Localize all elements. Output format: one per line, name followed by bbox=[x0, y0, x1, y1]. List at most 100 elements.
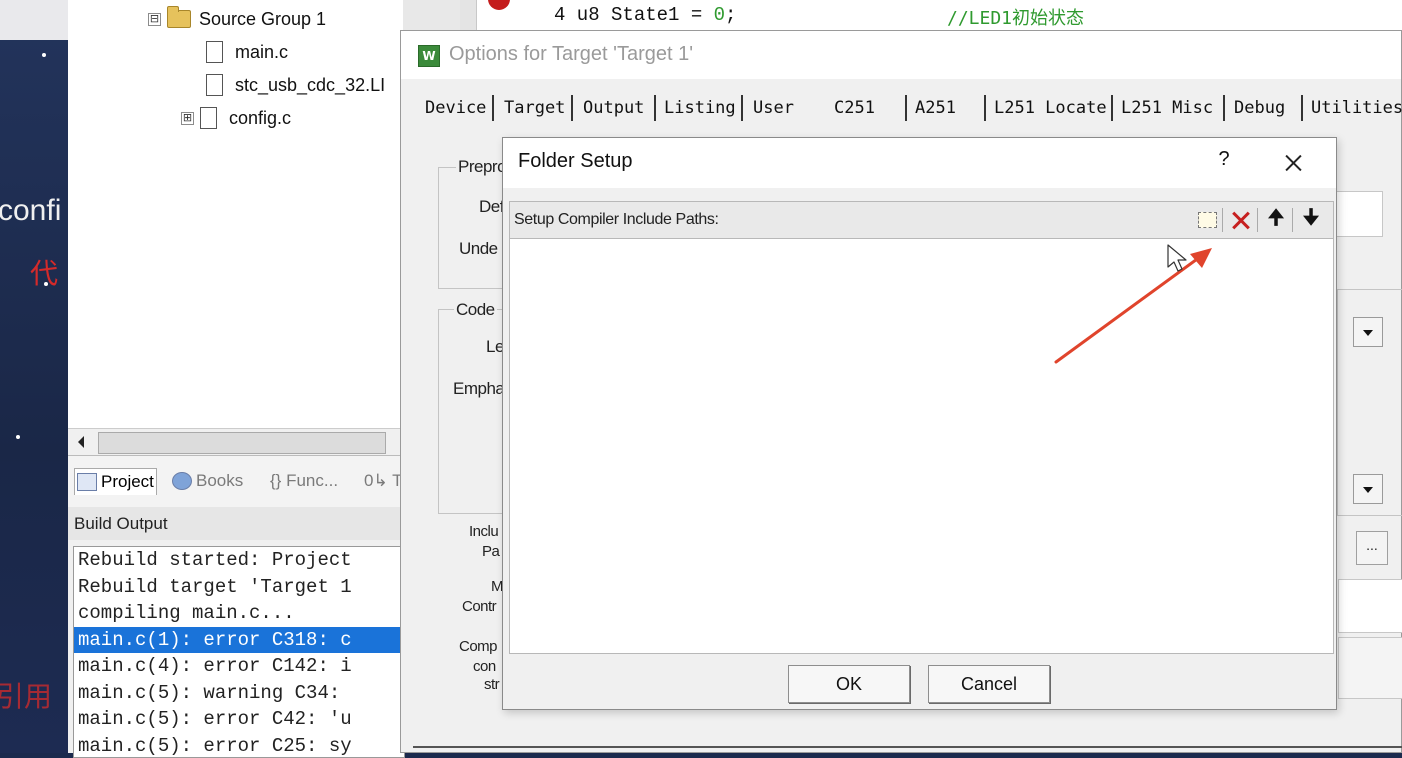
tab-target[interactable]: Target bbox=[504, 98, 565, 118]
dialog-titlebar[interactable]: W Options for Target 'Target 1' bbox=[401, 31, 1401, 79]
background-red-text: 代 bbox=[30, 252, 58, 292]
move-down-button[interactable]: 🠋 bbox=[1298, 207, 1324, 233]
tab-device[interactable]: Device bbox=[425, 98, 486, 118]
file-icon bbox=[206, 74, 223, 96]
tree-item-file[interactable]: stc_usb_cdc_32.LI bbox=[206, 71, 385, 99]
tree-item-label: main.c bbox=[235, 42, 288, 63]
tab-label: {} Func... bbox=[270, 471, 338, 491]
warnings-dropdown-button[interactable] bbox=[1353, 474, 1383, 504]
dialog-bottom-edge bbox=[413, 746, 1402, 748]
bullet-dot bbox=[16, 435, 20, 439]
tab-separator bbox=[1301, 95, 1303, 121]
build-output-line-selected[interactable]: main.c(1): error C318: c bbox=[74, 627, 404, 654]
tab-templates[interactable]: 0↳ T bbox=[364, 468, 403, 494]
tree-horizontal-scrollbar[interactable] bbox=[68, 428, 403, 456]
toolbar-separator bbox=[1292, 208, 1293, 232]
tab-utilities[interactable]: Utilities bbox=[1311, 98, 1402, 118]
build-output-line[interactable]: main.c(5): error C42: 'u bbox=[74, 706, 404, 733]
tab-debug[interactable]: Debug bbox=[1234, 98, 1285, 118]
code-line-text: 4 u8 State1 = bbox=[554, 4, 714, 26]
tab-separator bbox=[741, 95, 743, 121]
build-output-line[interactable]: Rebuild started: Project bbox=[74, 547, 404, 574]
breakpoint-marker[interactable] bbox=[488, 0, 510, 10]
code-comment: //LED1初始状态 bbox=[947, 4, 1084, 30]
build-output-line[interactable]: compiling main.c... bbox=[74, 600, 404, 627]
background-fragment-text: confi bbox=[0, 194, 61, 228]
define-label: Def bbox=[479, 197, 504, 217]
tab-l251-misc[interactable]: L251 Misc bbox=[1121, 98, 1213, 118]
dialog-title: Options for Target 'Target 1' bbox=[449, 43, 693, 66]
new-path-button[interactable] bbox=[1194, 207, 1220, 233]
build-output-line[interactable]: main.c(4): error C142: i bbox=[74, 653, 404, 680]
tab-c251[interactable]: C251 bbox=[834, 98, 875, 118]
build-output-line[interactable]: Rebuild target 'Target 1 bbox=[74, 574, 404, 601]
toolbar-separator bbox=[1222, 208, 1223, 232]
include-paths-browse-button[interactable]: ... bbox=[1356, 531, 1388, 565]
move-up-button[interactable]: 🠉 bbox=[1263, 207, 1289, 233]
close-icon[interactable] bbox=[1279, 148, 1309, 178]
tab-a251[interactable]: A251 bbox=[915, 98, 956, 118]
tab-separator bbox=[492, 95, 494, 121]
panel-tab-bar: Project Books {} Func... 0↳ T bbox=[68, 455, 403, 508]
tab-l251-locate[interactable]: L251 Locate bbox=[994, 98, 1107, 118]
tab-separator bbox=[654, 95, 656, 121]
expand-icon[interactable]: ⊞ bbox=[181, 112, 194, 125]
help-button[interactable]: ? bbox=[1211, 148, 1237, 174]
build-output-text[interactable]: Rebuild started: Project Rebuild target … bbox=[73, 546, 405, 758]
tab-separator bbox=[1223, 95, 1225, 121]
ok-button[interactable]: OK bbox=[788, 665, 910, 703]
collapse-icon[interactable]: ⊟ bbox=[148, 13, 161, 26]
include-paths-list-label: Setup Compiler Include Paths: bbox=[514, 211, 719, 229]
tree-item-source-group[interactable]: ⊟ Source Group 1 bbox=[148, 5, 326, 33]
folder-setup-dialog: Folder Setup ? Setup Compiler Include Pa… bbox=[502, 137, 1337, 710]
compiler-control-label-3: str bbox=[484, 676, 499, 693]
editor-gutter bbox=[460, 0, 477, 30]
tab-functions[interactable]: {} Func... bbox=[270, 468, 338, 494]
scrollbar-thumb[interactable] bbox=[98, 432, 386, 454]
code-editor[interactable]: 4 u8 State1 = 0; //LED1初始状态 bbox=[460, 0, 1402, 30]
code-line: 4 u8 State1 = 0; bbox=[554, 4, 736, 26]
tab-books[interactable]: Books bbox=[172, 468, 243, 494]
include-paths-label: Inclu bbox=[469, 523, 498, 540]
scroll-left-icon[interactable] bbox=[78, 436, 84, 448]
annotation-arrow-icon bbox=[1040, 236, 1230, 372]
tab-separator bbox=[1111, 95, 1113, 121]
cancel-button[interactable]: Cancel bbox=[928, 665, 1050, 703]
code-line-end: ; bbox=[725, 4, 736, 26]
project-tree[interactable]: ⊟ Source Group 1 main.c stc_usb_cdc_32.L… bbox=[68, 0, 403, 455]
tab-project[interactable]: Project bbox=[74, 468, 157, 495]
uvision-icon: W bbox=[418, 45, 440, 67]
delete-icon bbox=[1231, 210, 1251, 230]
folder-icon bbox=[167, 10, 191, 28]
build-output-line[interactable]: main.c(5): warning C34: bbox=[74, 680, 404, 707]
toolbar-separator bbox=[1257, 208, 1258, 232]
define-field[interactable] bbox=[1331, 191, 1383, 237]
tab-separator bbox=[984, 95, 986, 121]
build-output-title: Build Output bbox=[68, 507, 403, 540]
tree-item-file[interactable]: main.c bbox=[206, 38, 288, 66]
include-paths-label-2: Pa bbox=[482, 543, 499, 560]
tab-separator bbox=[905, 95, 907, 121]
tab-listing[interactable]: Listing bbox=[664, 98, 736, 118]
tab-separator bbox=[571, 95, 573, 121]
emphasis-label: Empha bbox=[453, 379, 504, 399]
tab-output[interactable]: Output bbox=[583, 98, 644, 118]
folder-setup-title: Folder Setup bbox=[518, 150, 633, 173]
file-icon bbox=[206, 41, 223, 63]
background-presentation: confi 代 引用 bbox=[0, 0, 68, 753]
misc-controls-field[interactable] bbox=[1338, 579, 1402, 633]
folder-setup-titlebar[interactable]: Folder Setup ? bbox=[503, 138, 1336, 188]
delete-path-button[interactable] bbox=[1228, 207, 1254, 233]
tab-user[interactable]: User bbox=[753, 98, 794, 118]
tree-item-file[interactable]: ⊞ config.c bbox=[181, 104, 291, 132]
level-dropdown-button[interactable] bbox=[1353, 317, 1383, 347]
bullet-dot bbox=[42, 53, 46, 57]
project-icon bbox=[77, 473, 97, 491]
tab-label: Project bbox=[101, 472, 154, 492]
arrow-down-icon: 🠋 bbox=[1303, 203, 1320, 237]
code-generation-label: Code bbox=[454, 300, 497, 320]
build-output-line[interactable]: main.c(5): error C25: sy bbox=[74, 733, 404, 758]
tab-label: Books bbox=[196, 471, 243, 491]
new-folder-icon bbox=[1198, 212, 1217, 228]
tree-item-label: config.c bbox=[229, 108, 291, 129]
